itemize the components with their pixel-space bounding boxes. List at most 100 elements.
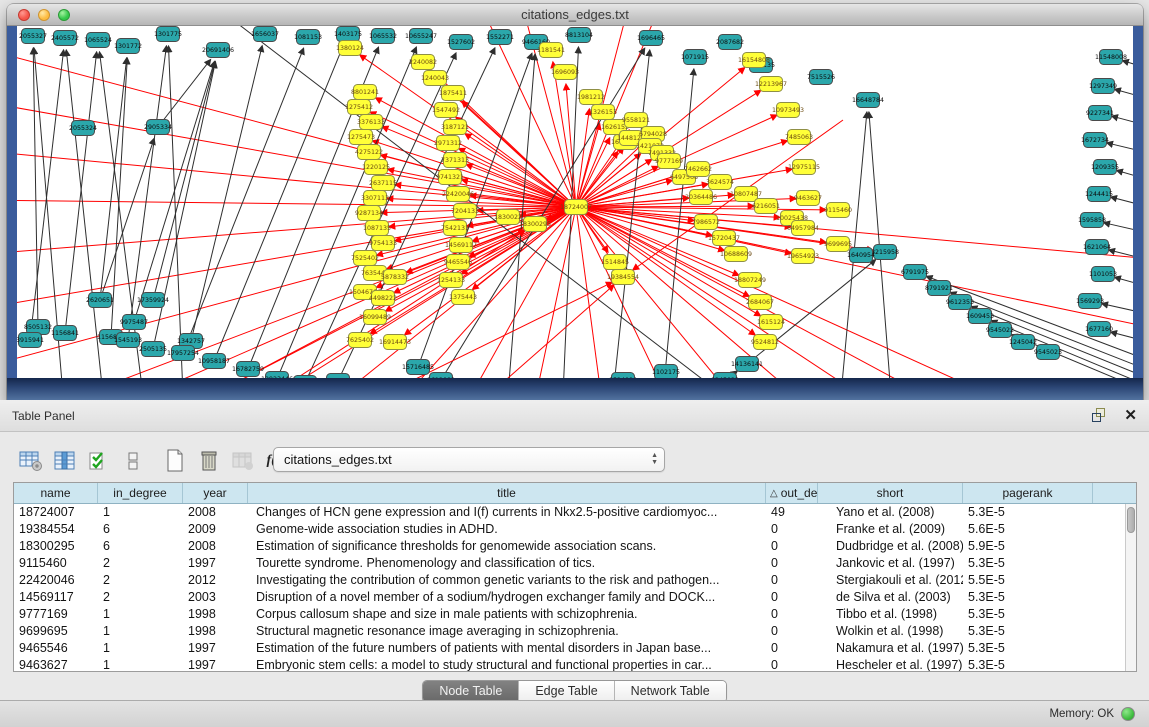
graph-node[interactable]: 1547492 [432, 103, 460, 118]
table-mode-icon[interactable] [14, 446, 48, 476]
graph-node[interactable]: 9754133 [369, 236, 397, 251]
graph-node[interactable]: 16154808 [738, 53, 770, 68]
graph-node[interactable]: 11548008 [1095, 50, 1127, 65]
column-header-name[interactable]: name [14, 483, 98, 503]
tab-edge-table[interactable]: Edge Table [518, 681, 613, 702]
graph-node[interactable]: 1297349 [1089, 79, 1117, 94]
graph-node[interactable]: 1527602 [447, 35, 475, 50]
graph-node[interactable]: 1101053 [1089, 267, 1117, 282]
graph-node[interactable]: 16914473 [379, 335, 411, 350]
graph-node[interactable]: 3187121 [441, 120, 469, 135]
graph-node[interactable]: 9524812 [751, 335, 779, 350]
graph-node[interactable]: 20691406 [202, 43, 234, 58]
graph-node[interactable]: 8791921 [925, 281, 953, 296]
graph-node[interactable]: 1403175 [334, 27, 362, 42]
graph-node[interactable]: 1595858 [1078, 213, 1106, 228]
checkbox-stack-icon[interactable] [116, 446, 150, 476]
graph-node[interactable]: 6791975 [901, 265, 929, 280]
tab-network-table[interactable]: Network Table [614, 681, 726, 702]
graph-node[interactable]: 1545193 [114, 333, 142, 348]
vertical-scrollbar[interactable] [1125, 504, 1136, 671]
graph-node[interactable]: 1609453 [966, 309, 994, 324]
graph-node[interactable]: 9612353 [946, 295, 974, 310]
graph-node[interactable]: 1640954 [847, 248, 875, 263]
graph-node[interactable]: 1672734 [1081, 133, 1109, 148]
graph-node[interactable]: 18724007 [560, 200, 592, 215]
column-header-out_de[interactable]: △out_de... [766, 483, 818, 503]
table-selector-dropdown[interactable]: citations_edges.txt ▲▼ [273, 447, 665, 472]
graph-node[interactable]: 7525402 [351, 251, 379, 266]
graph-node[interactable]: 1065524 [84, 33, 112, 48]
graph-node[interactable]: 10688609 [720, 247, 752, 262]
graph-node[interactable]: 3915941 [17, 333, 44, 348]
graph-node[interactable]: 8813104 [565, 28, 593, 43]
graph-node[interactable]: 18300295 [519, 217, 551, 232]
graph-node[interactable]: 19384554 [607, 270, 639, 285]
graph-node[interactable]: 1615124 [757, 315, 785, 330]
graph-node[interactable]: 1830022 [494, 210, 522, 225]
graph-node[interactable]: 1240043 [421, 71, 449, 86]
graph-node[interactable]: 9463627 [794, 191, 822, 206]
graph-node[interactable]: 2405572 [51, 31, 79, 46]
column-header-in_degree[interactable]: in_degree [98, 483, 183, 503]
minimize-window-button[interactable] [38, 9, 50, 21]
graph-node[interactable]: 7485063 [785, 130, 813, 145]
graph-node[interactable]: 1254133 [437, 273, 465, 288]
graph-node[interactable]: 17957254 [167, 346, 199, 361]
graph-node[interactable]: 7371313 [441, 153, 469, 168]
tab-node-table[interactable]: Node Table [423, 681, 518, 702]
graph-node[interactable]: 1275412 [345, 100, 373, 115]
graph-node[interactable]: 2055327 [19, 29, 47, 44]
graph-node[interactable]: 5878332 [381, 270, 409, 285]
graph-node[interactable]: 10973493 [772, 103, 804, 118]
memory-status-icon[interactable] [1121, 707, 1135, 721]
table-row[interactable]: 911546021997Tourette syndrome. Phenomeno… [14, 555, 1125, 572]
table-row[interactable]: 1938455462009Genome-wide association stu… [14, 521, 1125, 538]
graph-node[interactable]: 1875411 [439, 86, 467, 101]
graph-node[interactable]: 14136141 [731, 357, 763, 372]
float-panel-icon[interactable] [1092, 408, 1108, 423]
graph-node[interactable]: 1245042 [1009, 335, 1037, 350]
graph-node[interactable]: 9287134 [355, 206, 383, 221]
graph-node[interactable]: 2620651 [86, 293, 114, 308]
graph-node[interactable]: 1071915 [681, 50, 709, 65]
citation-graph[interactable]: 1872400720553272405572106552413017721301… [17, 26, 1133, 378]
graph-node[interactable]: 9741321 [436, 170, 464, 185]
graph-node[interactable]: 1209355 [1091, 160, 1119, 175]
graph-node[interactable]: 15720437 [708, 231, 740, 246]
graph-node[interactable]: 9115460 [824, 203, 852, 218]
network-canvas[interactable]: 1872400720553272405572106552413017721301… [17, 26, 1133, 378]
table-row[interactable]: 2242004622012Investigating the contribut… [14, 572, 1125, 589]
graph-node[interactable]: 1102175 [652, 365, 680, 379]
graph-node[interactable]: 64957984 [787, 221, 819, 236]
graph-node[interactable]: 15716485 [402, 360, 434, 375]
graph-node[interactable]: 1552271 [486, 30, 514, 45]
graph-node[interactable]: 1087135 [363, 221, 391, 236]
column-header-pagerank[interactable]: pagerank [963, 483, 1093, 503]
graph-node[interactable]: 1244415 [1085, 187, 1113, 202]
graph-node[interactable]: 4498222 [369, 291, 397, 306]
graph-node[interactable]: 2240082 [409, 55, 437, 70]
graph-node[interactable]: 7462662 [684, 162, 712, 177]
close-window-button[interactable] [18, 9, 30, 21]
close-panel-icon[interactable]: ✕ [1124, 408, 1137, 423]
graph-node[interactable]: 1981212 [577, 90, 605, 105]
delete-columns-icon[interactable] [192, 446, 226, 476]
graph-node[interactable]: 1569293 [1076, 294, 1104, 309]
graph-node[interactable]: 1220125 [362, 160, 390, 175]
graph-node[interactable]: 8801241 [351, 85, 379, 100]
graph-node[interactable]: 6216051 [752, 199, 780, 214]
graph-node[interactable]: 1514845 [601, 255, 629, 270]
graph-node[interactable]: 19654923 [787, 249, 819, 264]
graph-node[interactable]: 2637115 [369, 176, 397, 191]
table-row[interactable]: 946362711997Embryonic stem cells: a mode… [14, 657, 1125, 671]
graph-node[interactable]: 1081153 [294, 30, 322, 45]
graph-node[interactable]: 14569117 [445, 238, 477, 253]
graph-node[interactable]: 16782759 [232, 362, 264, 377]
table-row[interactable]: 969969511998Structural magnetic resonanc… [14, 623, 1125, 640]
graph-node[interactable]: 1696093 [551, 65, 579, 80]
graph-node[interactable]: 10655247 [405, 29, 437, 44]
window-titlebar[interactable]: citations_edges.txt [7, 4, 1143, 26]
graph-node[interactable]: 1301772 [114, 39, 142, 54]
graph-node[interactable]: 7986572 [692, 215, 720, 230]
